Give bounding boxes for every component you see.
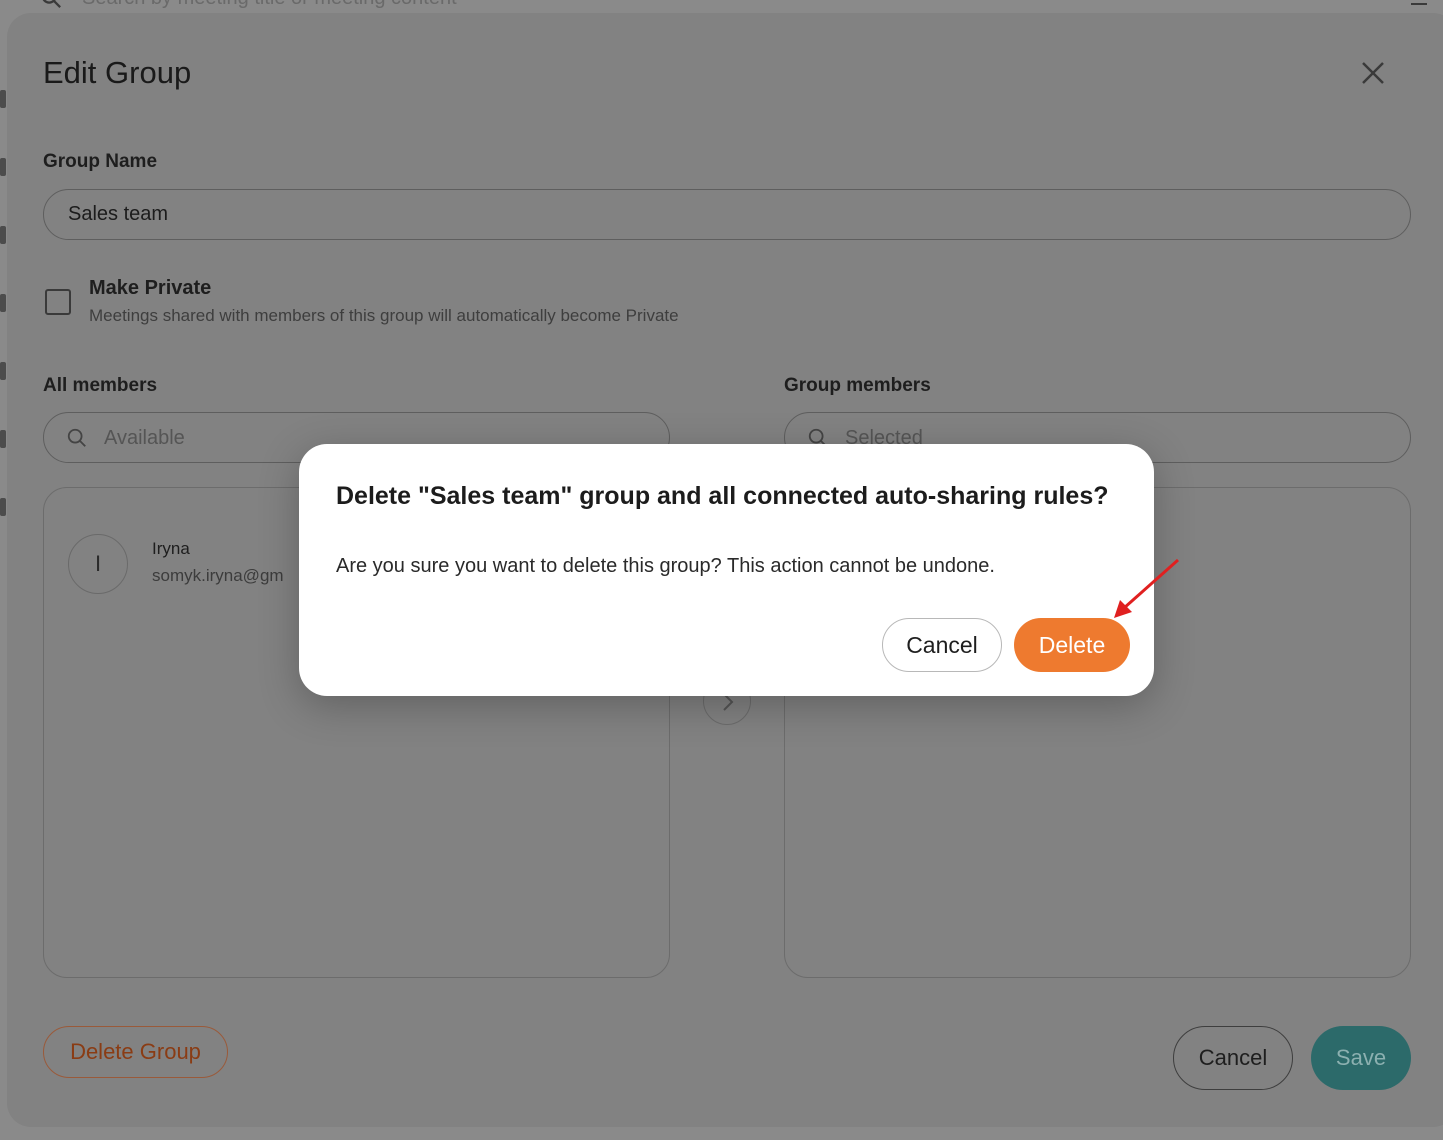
sidebar-icon	[0, 362, 6, 380]
member-email: somyk.iryna@gm	[152, 566, 284, 585]
filter-icon[interactable]	[1407, 0, 1431, 8]
background-search-placeholder: Search by meeting title or meeting conte…	[82, 0, 457, 10]
annotation-arrow-icon	[1114, 558, 1179, 618]
make-private-description: Meetings shared with members of this gro…	[89, 306, 679, 325]
all-members-label: All members	[43, 375, 158, 396]
confirm-delete-button[interactable]: Delete	[1014, 618, 1130, 672]
make-private-checkbox[interactable]	[45, 289, 71, 315]
sidebar-icon	[0, 90, 6, 108]
confirm-cancel-button[interactable]: Cancel	[882, 618, 1002, 672]
group-name-input[interactable]: Sales team	[43, 189, 1411, 240]
sidebar-icon	[0, 226, 6, 244]
sidebar-icon	[0, 294, 6, 312]
avatar: I	[68, 534, 128, 594]
modal-cancel-button[interactable]: Cancel	[1173, 1026, 1293, 1090]
member-name: Iryna	[152, 539, 190, 558]
sidebar-icon	[0, 430, 6, 448]
search-icon	[42, 0, 61, 8]
sidebar-icon	[0, 498, 6, 516]
modal-title: Edit Group	[43, 55, 192, 90]
search-icon	[67, 428, 86, 447]
sidebar-icon	[0, 158, 6, 176]
confirm-dialog-title: Delete "Sales team" group and all connec…	[336, 482, 1109, 510]
confirm-dialog-message: Are you sure you want to delete this gro…	[336, 555, 995, 577]
available-search-placeholder: Available	[104, 427, 185, 449]
group-name-label: Group Name	[43, 151, 158, 172]
save-button[interactable]: Save	[1311, 1026, 1411, 1090]
group-members-label: Group members	[784, 375, 931, 396]
make-private-title: Make Private	[89, 277, 212, 299]
delete-group-button[interactable]: Delete Group	[43, 1026, 228, 1078]
close-icon[interactable]	[1359, 59, 1387, 87]
delete-confirm-dialog: Delete "Sales team" group and all connec…	[299, 444, 1154, 696]
background-search-bar: Search by meeting title or meeting conte…	[40, 0, 457, 10]
